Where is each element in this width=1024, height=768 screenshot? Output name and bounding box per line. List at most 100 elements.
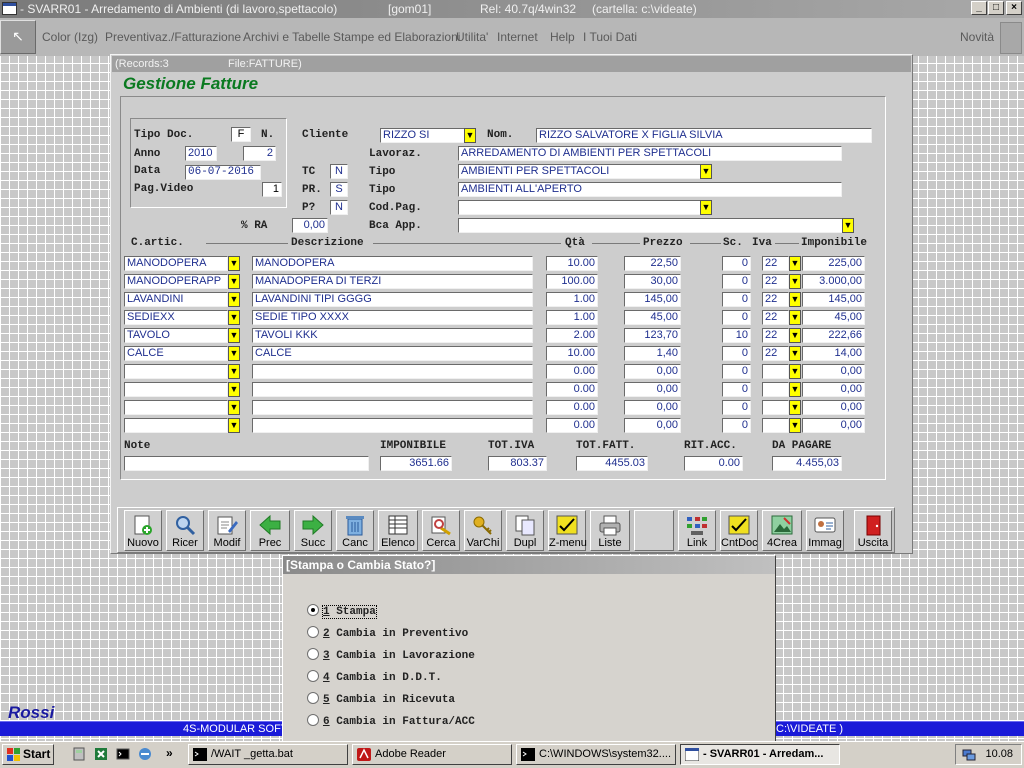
row-description-field[interactable]: TAVOLI KKK: [252, 328, 533, 343]
menu-help[interactable]: Help: [550, 30, 575, 44]
row-description-field[interactable]: CALCE: [252, 346, 533, 361]
modif-button[interactable]: Modif: [208, 510, 246, 551]
tipo-2-field[interactable]: AMBIENTI ALL'APERTO: [458, 182, 842, 197]
task-adobe-reader[interactable]: Adobe Reader: [352, 744, 512, 765]
row-taxable-field[interactable]: 225,00: [802, 256, 865, 271]
menu-archivi[interactable]: Archivi e Tabelle: [243, 30, 330, 44]
row-vat-dropdown-button[interactable]: [789, 418, 801, 433]
quicklaunch-console-icon[interactable]: [116, 747, 130, 761]
minimize-button[interactable]: _: [971, 1, 987, 15]
row-discount-field[interactable]: 0: [722, 310, 751, 325]
prec-button[interactable]: Prec: [250, 510, 290, 551]
row-vat-dropdown-button[interactable]: [789, 364, 801, 379]
row-taxable-field[interactable]: 0,00: [802, 382, 865, 397]
row-code-field[interactable]: MANODOPERA: [124, 256, 228, 271]
note-field[interactable]: [124, 456, 369, 471]
row-qty-field[interactable]: 0.00: [546, 364, 598, 379]
task-system32[interactable]: C:\WINDOWS\system32....: [516, 744, 676, 765]
option-cambia-fattura-acc[interactable]: 6 Cambia in Fattura/ACC: [307, 714, 475, 728]
radio-icon[interactable]: [307, 626, 319, 638]
row-vat-field[interactable]: 22: [762, 310, 789, 325]
row-taxable-field[interactable]: 14,00: [802, 346, 865, 361]
imponibile-total-field[interactable]: 3651.66: [380, 456, 452, 471]
numero-field[interactable]: 2: [243, 146, 276, 161]
row-taxable-field[interactable]: 222,66: [802, 328, 865, 343]
row-taxable-field[interactable]: 0,00: [802, 418, 865, 433]
row-code-dropdown-button[interactable]: [228, 292, 240, 307]
cntdoc-button[interactable]: CntDoc: [720, 510, 758, 551]
canc-button[interactable]: Canc: [336, 510, 374, 551]
row-taxable-field[interactable]: 0,00: [802, 364, 865, 379]
pag-video-field[interactable]: 1: [262, 182, 282, 197]
row-price-field[interactable]: 30,00: [624, 274, 681, 289]
row-code-dropdown-button[interactable]: [228, 364, 240, 379]
row-vat-field[interactable]: 22: [762, 346, 789, 361]
row-qty-field[interactable]: 1.00: [546, 292, 598, 307]
menu-stampe[interactable]: Stampe ed Elaborazioni: [333, 30, 460, 44]
row-discount-field[interactable]: 0: [722, 418, 751, 433]
row-vat-dropdown-button[interactable]: [789, 256, 801, 271]
row-description-field[interactable]: MANADOPERA DI TERZI: [252, 274, 533, 289]
tipo-field[interactable]: AMBIENTI PER SPETTACOLI: [458, 164, 702, 179]
row-taxable-field[interactable]: 145,00: [802, 292, 865, 307]
row-description-field[interactable]: SEDIE TIPO XXXX: [252, 310, 533, 325]
option-cambia-ricevuta[interactable]: 5 Cambia in Ricevuta: [307, 692, 455, 706]
z-menu-button[interactable]: Z-menu: [548, 510, 587, 551]
network-icon[interactable]: [962, 748, 976, 762]
row-description-field[interactable]: LAVANDINI TIPI GGGG: [252, 292, 533, 307]
row-description-field[interactable]: [252, 418, 533, 433]
quicklaunch-more-icon[interactable]: »: [166, 746, 173, 760]
4crea-button[interactable]: 4Crea: [762, 510, 802, 551]
radio-icon[interactable]: [307, 714, 319, 726]
anno-field[interactable]: 2010: [185, 146, 217, 161]
row-code-field[interactable]: MANODOPERAPP: [124, 274, 228, 289]
row-description-field[interactable]: [252, 400, 533, 415]
row-vat-field[interactable]: [762, 382, 789, 397]
row-vat-field[interactable]: [762, 364, 789, 379]
task-getta-bat[interactable]: /WAIT _getta.bat: [188, 744, 348, 765]
row-qty-field[interactable]: 0.00: [546, 418, 598, 433]
row-vat-field[interactable]: 22: [762, 256, 789, 271]
quicklaunch-browser-icon[interactable]: [138, 747, 152, 761]
cliente-field[interactable]: RIZZO SI: [380, 128, 466, 143]
menu-internet[interactable]: Internet: [497, 30, 538, 44]
row-taxable-field[interactable]: 45,00: [802, 310, 865, 325]
row-code-dropdown-button[interactable]: [228, 382, 240, 397]
row-vat-field[interactable]: [762, 400, 789, 415]
row-code-field[interactable]: LAVANDINI: [124, 292, 228, 307]
window-icon[interactable]: [2, 2, 17, 15]
menu-utilita[interactable]: Utilita': [456, 30, 488, 44]
menu-preventivazione[interactable]: Preventivaz./Fatturazione: [105, 30, 241, 44]
tot-fatt-field[interactable]: 4455.03: [576, 456, 648, 471]
tc-field[interactable]: N: [330, 164, 348, 179]
row-price-field[interactable]: 0,00: [624, 364, 681, 379]
link-button[interactable]: Link: [678, 510, 716, 551]
radio-selected-icon[interactable]: [307, 604, 319, 616]
row-code-field[interactable]: [124, 382, 228, 397]
bca-app-dropdown-button[interactable]: [842, 218, 854, 233]
row-vat-dropdown-button[interactable]: [789, 382, 801, 397]
tot-iva-field[interactable]: 803.37: [488, 456, 547, 471]
system-menu-icon[interactable]: ↖: [0, 20, 36, 54]
dupl-button[interactable]: Dupl: [506, 510, 544, 551]
row-qty-field[interactable]: 10.00: [546, 256, 598, 271]
close-button[interactable]: ×: [1006, 1, 1022, 15]
row-code-field[interactable]: TAVOLO: [124, 328, 228, 343]
row-code-field[interactable]: [124, 364, 228, 379]
cod-pag-field[interactable]: [458, 200, 702, 215]
row-discount-field[interactable]: 0: [722, 364, 751, 379]
row-code-dropdown-button[interactable]: [228, 274, 240, 289]
lavorazione-field[interactable]: ARREDAMENTO DI AMBIENTI PER SPETTACOLI: [458, 146, 842, 161]
row-qty-field[interactable]: 0.00: [546, 382, 598, 397]
row-discount-field[interactable]: 0: [722, 292, 751, 307]
row-vat-field[interactable]: [762, 418, 789, 433]
row-price-field[interactable]: 123,70: [624, 328, 681, 343]
uscita-button[interactable]: Uscita: [854, 510, 892, 551]
data-field[interactable]: 06-07-2016: [185, 165, 261, 180]
option-cambia-lavorazione[interactable]: 3 Cambia in Lavorazione: [307, 648, 475, 662]
nuovo-button[interactable]: Nuovo: [124, 510, 162, 551]
succ-button[interactable]: Succ: [294, 510, 332, 551]
varchi-button[interactable]: VarChi: [464, 510, 502, 551]
nominativo-field[interactable]: RIZZO SALVATORE X FIGLIA SILVIA: [536, 128, 872, 143]
elenco-button[interactable]: Elenco: [378, 510, 418, 551]
